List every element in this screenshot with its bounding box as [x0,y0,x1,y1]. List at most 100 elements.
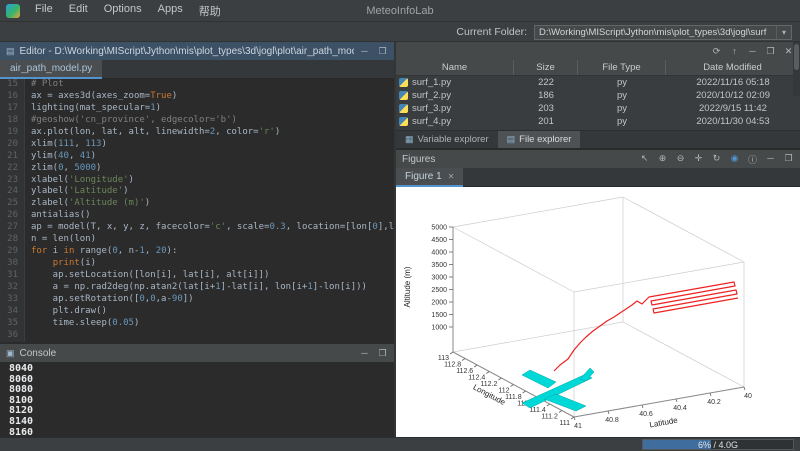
code-line[interactable]: 27ap = model(T, x, y, z, facecolor='c', … [0,222,394,234]
float-icon[interactable]: ❐ [377,46,388,57]
chevron-down-icon[interactable]: ▾ [776,26,791,39]
file-type: py [578,103,666,114]
menu-file[interactable]: File [27,0,61,22]
code-line[interactable]: 22zlim(0, 5000) [0,163,394,175]
code-line[interactable]: 32 a = np.rad2deg(np.atan2(lat[i+1]-lat[… [0,282,394,294]
column-header-size[interactable]: Size [514,60,578,75]
code-line[interactable]: 21ylim(40, 41) [0,151,394,163]
tick-mark [547,404,550,406]
float-icon[interactable]: ❐ [377,348,388,359]
current-folder-combobox[interactable]: D:\Working\MIScript\Jython\mis\plot_type… [534,25,792,40]
float-icon[interactable]: ❐ [765,46,776,57]
rotate-icon[interactable]: ↻ [711,153,722,166]
code-line[interactable]: 36 [0,330,394,342]
code-line[interactable]: 34 plt.draw() [0,306,394,318]
code-line[interactable]: 31 ap.setLocation([lon[i], lat[i], alt[i… [0,270,394,282]
code-line[interactable]: 26antialias() [0,210,394,222]
minimize-icon[interactable]: ─ [765,153,776,166]
pan-icon[interactable]: ✛ [693,153,704,166]
editor-tab-air-path-model[interactable]: air_path_model.py [0,60,102,79]
menu-apps[interactable]: Apps [150,0,191,22]
airplane-model [522,368,594,411]
line-number: 15 [0,79,25,91]
code-text: plt.draw() [25,306,107,318]
zoom-out-icon[interactable]: ⊖ [675,153,686,166]
column-header-file-type[interactable]: File Type [578,60,666,75]
minimize-icon[interactable]: ─ [359,348,370,359]
file-size: 201 [514,116,578,127]
console-output[interactable]: 8040806080808100812081408160 [0,362,394,437]
table-icon: ▤ [507,134,516,145]
line-number: 16 [0,91,25,103]
minimize-icon[interactable]: ─ [359,46,370,57]
code-line[interactable]: 25zlabel('Altitude (m)') [0,198,394,210]
z-tick-label: 2500 [431,287,447,294]
console-title-icons: ─❐ [359,348,388,359]
y-tick-label: 40 [744,393,752,400]
file-table-scrollbar[interactable] [793,42,800,96]
file-date-modified: 2022/9/15 11:42 [666,103,800,114]
file-name: surf_4.py [412,116,451,127]
code-line[interactable]: 24ylabel('Latitude') [0,186,394,198]
figure-canvas[interactable]: 5000450040003500300025002000150010001131… [396,187,800,437]
code-line[interactable]: 17lighting(mat_specular=1) [0,103,394,115]
tab-file-explorer[interactable]: ▤File explorer [498,131,581,148]
zoom-in-icon[interactable]: ⊕ [657,153,668,166]
code-text: ap.setRotation([0,0,a-90]) [25,294,194,306]
editor-title-bar: ▤ Editor - D:\Working\MIScript\Jython\mi… [0,42,394,60]
editor-tab-label: air_path_model.py [10,63,92,74]
console-icon: ▣ [6,348,15,359]
editor-tab-bar: air_path_model.py [0,60,394,79]
line-number: 25 [0,198,25,210]
info-icon[interactable]: ⓘ [747,153,758,166]
file-row[interactable]: surf_4.py201py2020/11/30 04:53 [396,115,800,128]
code-line[interactable]: 18#geoshow('cn_province', edgecolor='b') [0,115,394,127]
menu-options[interactable]: Options [96,0,150,22]
menu-help[interactable]: 帮助 [191,0,229,22]
file-row[interactable]: surf_3.py203py2022/9/15 11:42 [396,102,800,115]
code-line[interactable]: 19ax.plot(lon, lat, alt, linewidth=2, co… [0,127,394,139]
y-tick-label: 40.6 [639,411,653,418]
code-text: lighting(mat_specular=1) [25,103,161,115]
file-name: surf_3.py [412,103,451,114]
code-text: zlabel('Altitude (m)') [25,198,150,210]
folder-up-icon[interactable]: ↑ [729,46,740,57]
minimize-icon[interactable]: ─ [747,46,758,57]
z-tick-label: 4000 [431,250,447,257]
code-line[interactable]: 30 print(i) [0,258,394,270]
file-table-rows: surf_1.py222py2022/11/16 05:18surf_2.py1… [396,76,800,130]
code-line[interactable]: 35 time.sleep(0.05) [0,318,394,330]
file-explorer-panel: ⟳↑─❐✕ NameSizeFile TypeDate Modified sur… [396,42,800,148]
column-header-name[interactable]: Name [396,60,514,75]
tab-figure-1[interactable]: Figure 1 ✕ [396,168,463,187]
code-line[interactable]: 20xlim(111, 113) [0,139,394,151]
globe-icon[interactable]: ◉ [729,153,740,166]
file-row[interactable]: surf_2.py186py2020/10/12 02:09 [396,89,800,102]
editor-title-icons: ─❐ [359,46,388,57]
memory-indicator[interactable]: 6% / 4.0G [642,439,794,450]
menu-edit[interactable]: Edit [61,0,96,22]
python-file-icon [399,104,408,113]
console-panel: ▣ Console ─❐ 804080608080810081208140816… [0,344,394,437]
refresh-icon[interactable]: ⟳ [711,46,722,57]
code-line[interactable]: 16ax = axes3d(axes_zoom=True) [0,91,394,103]
z-tick-label: 1000 [431,325,447,332]
code-line[interactable]: 33 ap.setRotation([0,0,a-90]) [0,294,394,306]
grid-line [453,227,574,292]
line-number: 34 [0,306,25,318]
code-line[interactable]: 15# Plot [0,79,394,91]
y-tick-label: 40.4 [673,405,687,412]
pointer-icon[interactable]: ↖ [639,153,650,166]
close-icon[interactable]: ✕ [448,172,455,181]
file-row[interactable]: surf_1.py222py2022/11/16 05:18 [396,76,800,89]
console-line: 8040 [9,364,394,375]
code-line[interactable]: 28n = len(lon) [0,234,394,246]
code-line[interactable]: 23xlabel('Longitude') [0,175,394,187]
scrollbar-thumb[interactable] [794,44,799,70]
tick-mark [710,393,711,396]
code-line[interactable]: 29for i in range(0, n-1, 20): [0,246,394,258]
tab-variable-explorer[interactable]: ▦Variable explorer [396,131,498,148]
column-header-date-modified[interactable]: Date Modified [666,60,800,75]
code-editor[interactable]: 15# Plot16ax = axes3d(axes_zoom=True)17l… [0,79,394,342]
float-icon[interactable]: ❐ [783,153,794,166]
